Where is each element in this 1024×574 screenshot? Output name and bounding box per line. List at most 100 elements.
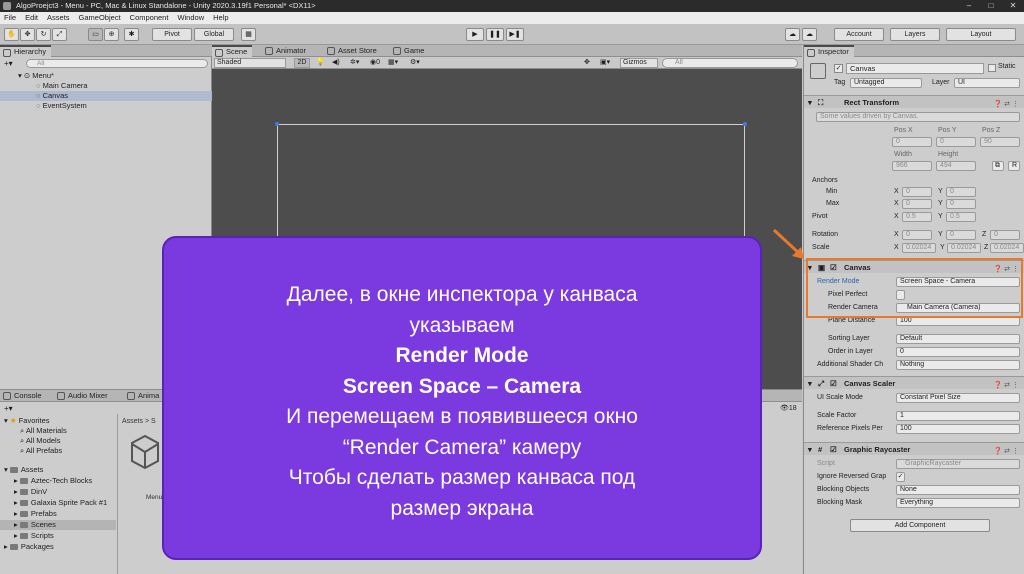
pivot-x-field[interactable]: 0.5: [902, 211, 932, 222]
list-item[interactable]: ▸ Galaxia Sprite Pack #1: [0, 498, 116, 508]
tab-animation[interactable]: Anima: [124, 390, 164, 402]
account-dropdown[interactable]: Account: [834, 28, 884, 41]
rect-transform-header[interactable]: ▾ ⛶ Rect Transform ❓ ⇄ ⋮: [804, 95, 1024, 108]
list-item[interactable]: ▸ Scripts: [0, 531, 116, 541]
list-item[interactable]: ⌕ All Materials: [0, 426, 116, 436]
anchor-max-y-field[interactable]: 0: [946, 198, 976, 209]
order-in-layer-field[interactable]: 0: [896, 346, 1020, 357]
scene-tools-icon[interactable]: ✥: [584, 57, 590, 69]
list-item[interactable]: ▸ DinV: [0, 487, 116, 497]
list-item-selected[interactable]: ◌ Canvas: [0, 91, 212, 101]
maximize-icon[interactable]: □: [980, 0, 1002, 12]
tab-animator[interactable]: Animator: [262, 45, 311, 57]
list-item[interactable]: ⌕ All Models: [0, 436, 116, 446]
tab-asset-store[interactable]: Asset Store: [324, 45, 382, 57]
menu-component[interactable]: Component: [130, 12, 169, 24]
active-checkbox[interactable]: ✓: [834, 64, 843, 73]
lighting-icon[interactable]: 💡: [316, 57, 325, 69]
packages-row[interactable]: ▸ Packages: [0, 542, 116, 552]
component-menu-icons[interactable]: ❓ ⇄ ⋮: [994, 98, 1019, 111]
list-item[interactable]: ◌ Main Camera: [0, 81, 212, 91]
tab-scene[interactable]: Scene: [212, 45, 253, 57]
tools-icon[interactable]: ⚙▾: [410, 57, 420, 69]
sorting-layer-dropdown[interactable]: Default: [896, 333, 1020, 344]
blocking-mask-dropdown[interactable]: Everything: [896, 497, 1020, 508]
list-item[interactable]: ▸ Aztec-Tech Blocks: [0, 476, 116, 486]
favorites-row[interactable]: ▾ ★ Favorites: [0, 416, 116, 426]
layout-dropdown[interactable]: Layout: [946, 28, 1016, 41]
reference-ppu-field[interactable]: 100: [896, 423, 1020, 434]
hand-tool-icon[interactable]: ✋: [4, 28, 19, 41]
create-button[interactable]: +▾: [4, 59, 16, 68]
2d-toggle[interactable]: 2D: [294, 58, 310, 68]
scale-z-field[interactable]: 0.02024: [990, 242, 1024, 253]
ignore-reversed-checkbox[interactable]: ✓: [896, 471, 905, 482]
layer-dropdown[interactable]: UI: [954, 78, 1020, 88]
scale-tool-icon[interactable]: ⤢: [52, 28, 67, 41]
project-create-button[interactable]: +▾: [4, 404, 13, 413]
shading-dropdown[interactable]: Shaded: [214, 58, 286, 68]
tab-console[interactable]: Console: [0, 390, 47, 402]
step-icon[interactable]: ▶❚: [506, 28, 524, 41]
collab-icon[interactable]: ☁: [785, 28, 800, 41]
menu-assets[interactable]: Assets: [47, 12, 70, 24]
blocking-objects-dropdown[interactable]: None: [896, 484, 1020, 495]
rect-tool-icon[interactable]: ▭: [88, 28, 103, 41]
rotation-z-field[interactable]: 0: [990, 229, 1020, 240]
additional-shader-dropdown[interactable]: Nothing: [896, 359, 1020, 370]
scene-search-input[interactable]: All: [662, 58, 798, 68]
rotation-x-field[interactable]: 0: [902, 229, 932, 240]
anchor-min-x-field[interactable]: 0: [902, 186, 932, 197]
menu-gameobject[interactable]: GameObject: [79, 12, 121, 24]
global-button[interactable]: Global: [194, 28, 234, 41]
tag-dropdown[interactable]: Untagged: [850, 78, 922, 88]
rotate-tool-icon[interactable]: ↻: [36, 28, 51, 41]
camera-settings-icon[interactable]: ▣▾: [600, 57, 610, 69]
add-component-button[interactable]: Add Component: [850, 519, 990, 532]
canvas-scaler-checkbox[interactable]: ☑: [830, 377, 837, 390]
audio-icon[interactable]: ◀): [332, 57, 340, 69]
pos-x-field[interactable]: 0: [892, 136, 932, 147]
width-field[interactable]: 966: [892, 160, 932, 171]
menu-file[interactable]: File: [4, 12, 16, 24]
menu-window[interactable]: Window: [177, 12, 204, 24]
layers-dropdown[interactable]: Layers: [890, 28, 940, 41]
tab-audio-mixer[interactable]: Audio Mixer: [54, 390, 113, 402]
list-item[interactable]: ▸ Prefabs: [0, 509, 116, 519]
list-item[interactable]: ⌕ All Prefabs: [0, 446, 116, 456]
scale-y-field[interactable]: 0.02024: [947, 242, 981, 253]
gizmos-dropdown[interactable]: Gizmos: [620, 58, 658, 68]
canvas-corner-handle[interactable]: [743, 122, 747, 126]
scale-factor-field[interactable]: 1: [896, 410, 1020, 421]
effects-icon[interactable]: ✲▾: [350, 57, 359, 69]
height-field[interactable]: 494: [936, 160, 976, 171]
close-icon[interactable]: ✕: [1002, 0, 1024, 12]
rotation-y-field[interactable]: 0: [946, 229, 976, 240]
anchor-min-y-field[interactable]: 0: [946, 186, 976, 197]
play-icon[interactable]: ▶: [466, 28, 484, 41]
scale-x-field[interactable]: 0.02024: [902, 242, 936, 253]
tab-game[interactable]: Game: [390, 45, 429, 57]
list-item[interactable]: ◌ EventSystem: [0, 101, 212, 111]
tab-inspector[interactable]: Inspector: [804, 45, 854, 57]
cloud-icon[interactable]: ☁: [802, 28, 817, 41]
pos-z-field[interactable]: 90: [980, 136, 1020, 147]
pos-y-field[interactable]: 0: [936, 136, 976, 147]
object-name-field[interactable]: Canvas: [846, 63, 984, 74]
blueprint-button[interactable]: ⧉: [992, 160, 1004, 171]
component-menu-icons[interactable]: ❓ ⇄ ⋮: [994, 445, 1019, 458]
canvas-scaler-header[interactable]: ▾ ⤢ ☑ Canvas Scaler ❓ ⇄ ⋮: [804, 376, 1024, 389]
minimize-icon[interactable]: –: [958, 0, 980, 12]
pivot-y-field[interactable]: 0.5: [946, 211, 976, 222]
component-menu-icons[interactable]: ❓ ⇄ ⋮: [994, 379, 1019, 392]
custom-tool-icon[interactable]: ✱: [124, 28, 139, 41]
anchor-max-x-field[interactable]: 0: [902, 198, 932, 209]
tab-hierarchy[interactable]: Hierarchy: [0, 45, 52, 57]
move-tool-icon[interactable]: ✥: [20, 28, 35, 41]
transform-tool-icon[interactable]: ⊕: [104, 28, 119, 41]
scene-root-row[interactable]: ▾ ⊙ Menu*: [0, 71, 212, 81]
graphic-raycaster-checkbox[interactable]: ☑: [830, 443, 837, 456]
ui-scale-mode-dropdown[interactable]: Constant Pixel Size: [896, 392, 1020, 403]
grid-snap-icon[interactable]: ▦: [241, 28, 256, 41]
anchors-row[interactable]: Anchors: [804, 175, 1024, 186]
